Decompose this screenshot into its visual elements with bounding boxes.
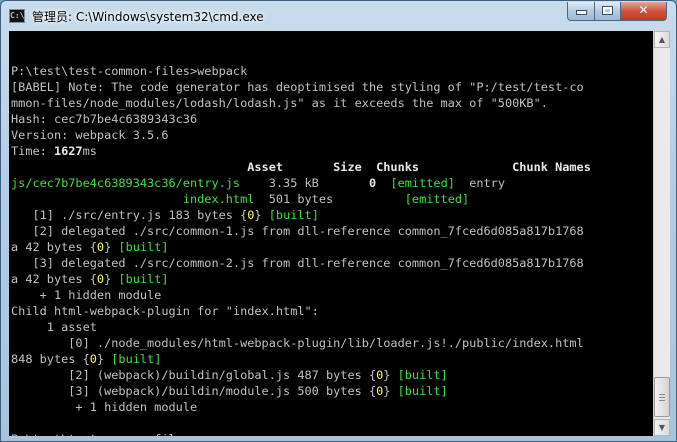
console-line: [2] (webpack)/buildin/global.js 487 byte… [11, 367, 651, 383]
maximize-button[interactable] [594, 2, 621, 21]
console-text: 0 [89, 352, 97, 366]
console-text: 0 [96, 240, 105, 254]
console-line: P:\test\test-common-files> [11, 431, 651, 436]
console-line: [2] delegated ./src/common-1.js from dll… [11, 223, 651, 239]
console-text: 1627 [53, 144, 83, 158]
console-text: [1] ./src/entry.js 183 bytes { [11, 208, 248, 222]
console-line: 848 bytes {0} [built] [11, 351, 651, 367]
console-text: } [254, 208, 269, 222]
console-line: + 1 hidden module [11, 287, 651, 303]
console-line: a 42 bytes {0} [built] [11, 271, 651, 287]
grip-line [659, 397, 665, 398]
console-text: [0] ./node_modules/html-webpack-plugin/l… [11, 336, 584, 350]
console-text: a 42 bytes { [11, 272, 97, 286]
console-text: index.html [182, 192, 255, 206]
scrollbar-thumb[interactable] [654, 377, 670, 417]
console-text: [built] [118, 240, 169, 254]
console-text: } [104, 240, 119, 254]
console-text: entry [454, 176, 506, 190]
console-text: mmon-files/node_modules/lodash/lodash.js… [11, 96, 548, 110]
vertical-scrollbar[interactable]: ▲ ▼ [653, 31, 670, 436]
console-line: Asset Size Chunks Chunk Names [11, 159, 651, 175]
console-text: 501 bytes [254, 192, 405, 206]
console-area[interactable]: P:\test\test-common-files>webpack [BABEL]… [9, 31, 653, 436]
console-text: a 42 bytes { [11, 240, 97, 254]
console-text: [3] (webpack)/buildin/module.js 500 byte… [11, 384, 377, 398]
console-text: [2] (webpack)/buildin/global.js 487 byte… [11, 368, 377, 382]
console-text: [BABEL] Note: The code generator has deo… [11, 80, 584, 94]
console-line: Hash: cec7b7be4c6389343c36 [11, 111, 651, 127]
console-text: P:\test\test-common-files> [11, 432, 197, 436]
cmd-window: C:\ 管理员: C:\Windows\system32\cmd.exe ✕ P… [0, 0, 677, 442]
console-line: index.html 501 bytes [emitted] [11, 191, 651, 207]
close-button[interactable]: ✕ [620, 2, 667, 21]
console-text: 3.35 kB [240, 176, 369, 190]
console-text: [2] delegated ./src/common-1.js from dll… [11, 224, 584, 238]
console-line: Child html-webpack-plugin for "index.htm… [11, 303, 651, 319]
minimize-button[interactable] [567, 2, 595, 21]
console-line: [1] ./src/entry.js 183 bytes {0} [built] [11, 207, 651, 223]
console-text: Version: webpack 3.5.6 [11, 128, 169, 142]
console-line: [BABEL] Note: The code generator has deo… [11, 79, 651, 95]
console-line: [3] delegated ./src/common-2.js from dll… [11, 255, 651, 271]
console-line: [3] (webpack)/buildin/module.js 500 byte… [11, 383, 651, 399]
console-text: } [383, 384, 398, 398]
console-text: 1 asset [11, 320, 97, 334]
console-text: [built] [397, 368, 448, 382]
console-text: P:\test\test-common-files>webpack [11, 64, 248, 78]
scroll-up-button[interactable]: ▲ [654, 31, 670, 48]
cmd-icon[interactable]: C:\ [9, 9, 25, 23]
console-text: [built] [118, 272, 169, 286]
console-text: 0 [96, 272, 105, 286]
console-text: [3] delegated ./src/common-2.js from dll… [11, 256, 584, 270]
console-text: Hash: cec7b7be4c6389343c36 [11, 112, 198, 126]
console-text: Time: [11, 144, 54, 158]
console-text: js/cec7b7be4c6389343c36/entry.js [11, 176, 241, 190]
grip-line [659, 400, 665, 401]
console-output: P:\test\test-common-files>webpack [BABEL]… [11, 47, 651, 436]
console-text: + 1 hidden module [11, 288, 162, 302]
maximize-icon [602, 6, 613, 15]
console-text: 848 bytes { [11, 352, 90, 366]
close-icon: ✕ [638, 3, 649, 17]
console-text: } [96, 352, 112, 366]
arrow-up-icon: ▲ [658, 35, 666, 44]
console-line: mmon-files/node_modules/lodash/lodash.js… [11, 95, 651, 111]
scroll-down-button[interactable]: ▼ [654, 419, 670, 436]
console-line: + 1 hidden module [11, 399, 651, 415]
console-text: [built] [397, 384, 448, 398]
console-text: ms [82, 144, 97, 158]
console-text: } [104, 272, 119, 286]
console-text: [built] [111, 352, 162, 366]
console-text: Asset Size Chunks Chunk Names [11, 160, 591, 174]
console-line: Time: 1627ms [11, 143, 651, 159]
console-line: js/cec7b7be4c6389343c36/entry.js 3.35 kB… [11, 175, 651, 191]
window-title: 管理员: C:\Windows\system32\cmd.exe [32, 10, 264, 24]
console-text: [emitted] [390, 176, 455, 190]
arrow-down-icon: ▼ [658, 423, 666, 432]
console-text: [emitted] [404, 192, 470, 206]
console-text: } [383, 368, 398, 382]
console-text: [built] [268, 208, 319, 222]
minimize-icon [575, 10, 587, 15]
console-line: Version: webpack 3.5.6 [11, 127, 651, 143]
console-text: + 1 hidden module [11, 400, 198, 414]
console-line: 1 asset [11, 319, 651, 335]
grip-line [659, 394, 665, 395]
console-line: [0] ./node_modules/html-webpack-plugin/l… [11, 335, 651, 351]
console-text: Child html-webpack-plugin for "index.htm… [11, 304, 319, 318]
console-line: P:\test\test-common-files>webpack [11, 63, 651, 79]
console-line: a 42 bytes {0} [built] [11, 239, 651, 255]
